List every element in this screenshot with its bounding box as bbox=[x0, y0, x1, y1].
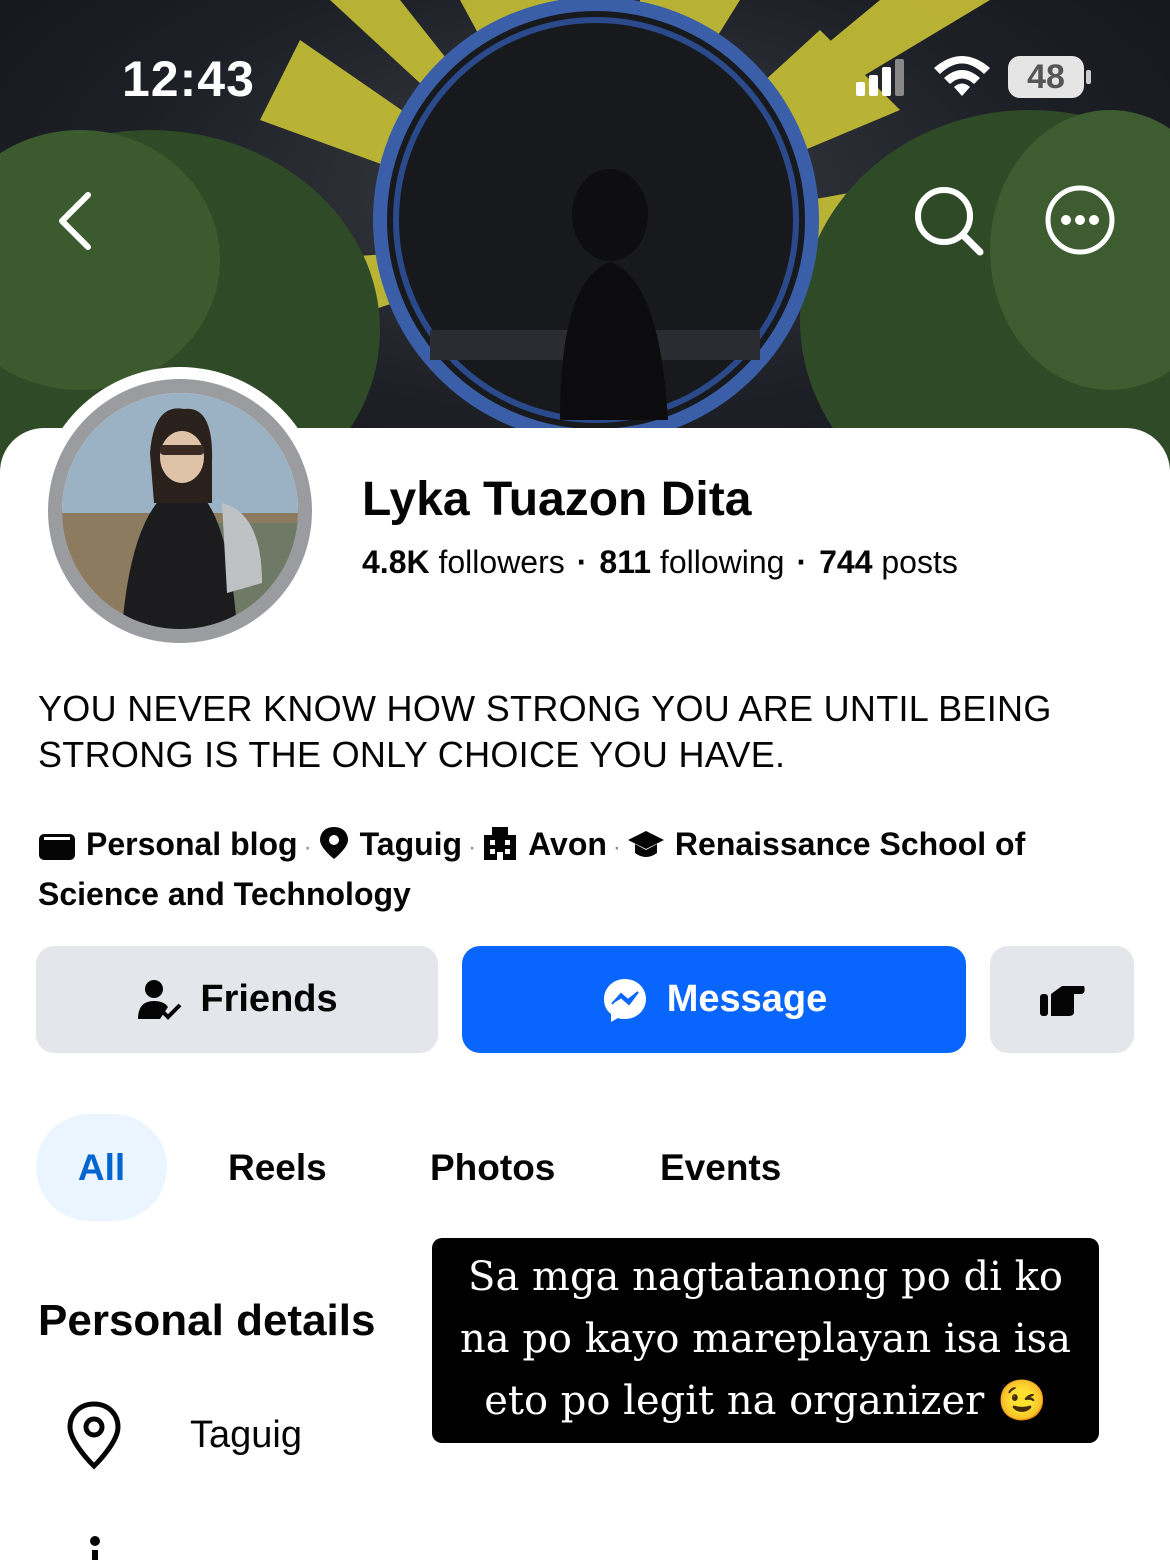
profile-name: Lyka Tuazon Dita bbox=[362, 473, 752, 526]
location-icon bbox=[318, 825, 350, 872]
separator-dot: · bbox=[576, 544, 588, 580]
following-count: 811 bbox=[599, 544, 652, 580]
following-link[interactable]: 811 following bbox=[599, 544, 784, 580]
avatar-image bbox=[62, 393, 298, 629]
work-text[interactable]: Avon bbox=[528, 826, 607, 862]
battery-tip bbox=[1086, 70, 1091, 84]
school-text[interactable]: Renaissance School of bbox=[675, 826, 1025, 862]
messenger-icon bbox=[601, 976, 649, 1024]
school-text-continued[interactable]: Science and Technology bbox=[38, 876, 411, 912]
status-time: 12:43 bbox=[122, 51, 255, 107]
bio-line: STRONG IS THE ONLY CHOICE YOU HAVE. bbox=[38, 734, 786, 775]
followers-link[interactable]: 4.8K followers bbox=[362, 544, 565, 580]
more-options-button[interactable] bbox=[1042, 182, 1118, 258]
friends-button[interactable]: Friends bbox=[36, 946, 438, 1053]
bio-line: YOU NEVER KNOW HOW STRONG YOU ARE UNTIL … bbox=[38, 688, 1052, 729]
caption-line: Sa mga nagtatanong po di ko bbox=[468, 1254, 1063, 1300]
category-text[interactable]: Personal blog bbox=[86, 826, 298, 862]
caption-line: na po kayo mareplayan isa isa bbox=[460, 1316, 1071, 1362]
poke-button[interactable] bbox=[990, 946, 1134, 1053]
tab-all[interactable]: All bbox=[36, 1114, 167, 1221]
followers-count: 4.8K bbox=[362, 544, 430, 580]
friends-icon bbox=[136, 977, 182, 1023]
back-button[interactable] bbox=[44, 186, 104, 256]
caption-overlay: Sa mga nagtatanong po di ko na po kayo m… bbox=[432, 1238, 1099, 1443]
message-button[interactable]: Message bbox=[462, 946, 966, 1053]
poke-icon bbox=[1040, 985, 1085, 1016]
separator-dot: · bbox=[468, 834, 477, 861]
followers-label: followers bbox=[438, 544, 565, 580]
personal-details-title: Personal details bbox=[38, 1296, 376, 1345]
tab-photos[interactable]: Photos bbox=[430, 1114, 555, 1221]
following-label: following bbox=[659, 544, 785, 580]
separator-dot: · bbox=[612, 834, 621, 861]
caption-line: eto po legit na organizer 😉 bbox=[484, 1378, 1047, 1424]
info-icon-partial bbox=[82, 1534, 112, 1565]
posts-link[interactable]: 744 posts bbox=[819, 544, 958, 580]
separator-dot: · bbox=[796, 544, 808, 580]
more-icon bbox=[1045, 185, 1115, 255]
school-icon bbox=[627, 828, 665, 872]
avatar-photo bbox=[62, 393, 298, 629]
detail-row-location[interactable]: Taguig bbox=[64, 1400, 302, 1470]
battery-indicator: 48 bbox=[1008, 56, 1084, 98]
work-icon bbox=[482, 825, 518, 872]
avatar-story-ring bbox=[48, 379, 312, 643]
tab-events[interactable]: Events bbox=[660, 1114, 781, 1221]
search-button[interactable] bbox=[908, 180, 988, 260]
back-icon bbox=[59, 192, 91, 250]
location-icon bbox=[67, 1401, 121, 1470]
profile-stats: 4.8K followers · 811 following · 744 posts bbox=[362, 544, 958, 581]
posts-label: posts bbox=[881, 544, 958, 580]
status-bar: 12:43 48 bbox=[0, 0, 1170, 150]
signal-icon bbox=[856, 59, 904, 96]
profile-avatar[interactable] bbox=[36, 367, 324, 655]
tab-reels[interactable]: Reels bbox=[228, 1114, 327, 1221]
detail-location-text: Taguig bbox=[190, 1413, 302, 1456]
message-label: Message bbox=[666, 978, 828, 1020]
friends-label: Friends bbox=[200, 978, 338, 1020]
profile-bio: YOU NEVER KNOW HOW STRONG YOU ARE UNTIL … bbox=[38, 686, 1138, 778]
search-icon bbox=[915, 187, 984, 256]
battery-level: 48 bbox=[1027, 57, 1065, 96]
wifi-icon bbox=[934, 56, 990, 96]
location-text[interactable]: Taguig bbox=[360, 826, 463, 862]
separator-dot: · bbox=[303, 834, 312, 861]
posts-count: 744 bbox=[819, 544, 873, 580]
profile-details-summary: Personal blog · Taguig · Avon · Renaissance… bbox=[38, 822, 1138, 916]
category-icon bbox=[38, 828, 76, 872]
